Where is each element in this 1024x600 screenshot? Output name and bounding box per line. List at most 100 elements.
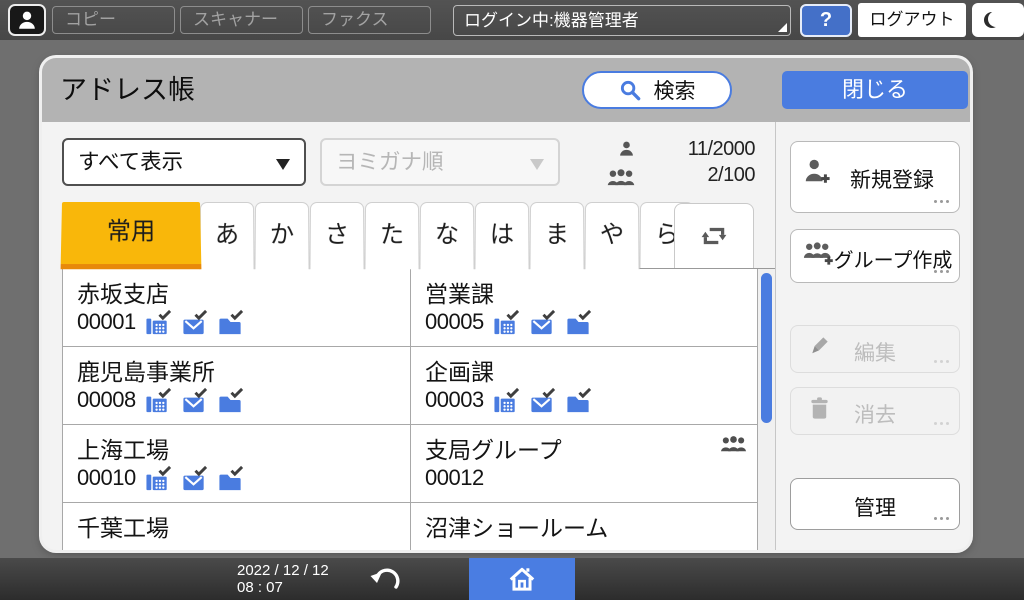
create-group-button[interactable]: グループ作成 bbox=[790, 229, 960, 283]
tab-scanner[interactable]: スキャナー bbox=[180, 6, 303, 34]
address-entry-list: 赤坂支店 00001 営業課 00005 鹿児島事業所 00008 企画課 00… bbox=[62, 268, 775, 550]
tab-frequent[interactable]: 常用 bbox=[60, 202, 202, 270]
new-entry-button[interactable]: 新規登録 bbox=[790, 141, 960, 213]
user-icon bbox=[19, 11, 35, 29]
group-count: 2/100 bbox=[707, 164, 755, 186]
top-bar: コピー スキャナー ファクス ログイン中:機器管理者 ? ログアウト bbox=[0, 0, 1024, 40]
entry-count: 11/2000 bbox=[687, 138, 756, 160]
address-list-area: すべて表示 ヨミガナ順 11/2000 2/100 常用 あ か さ た な は… bbox=[42, 122, 775, 550]
entry-name: 企画課 bbox=[425, 359, 494, 385]
back-button[interactable] bbox=[352, 558, 424, 600]
entry-cell[interactable]: 企画課 00003 bbox=[411, 347, 758, 425]
folder-icon bbox=[219, 465, 243, 491]
tab-fax[interactable]: ファクス bbox=[308, 6, 431, 34]
swap-icon bbox=[701, 227, 727, 245]
fax-icon bbox=[146, 465, 171, 491]
delete-button[interactable]: 消去 bbox=[790, 387, 960, 435]
tab-letter-na[interactable]: な bbox=[419, 202, 475, 270]
single-user-count-icon bbox=[618, 140, 635, 162]
tab-letter-ta[interactable]: た bbox=[364, 202, 420, 270]
more-options-icon bbox=[934, 422, 937, 425]
entry-name: 支局グループ bbox=[425, 437, 562, 463]
search-button[interactable]: 検索 bbox=[582, 71, 732, 109]
folder-icon bbox=[219, 387, 243, 413]
time-text: 08 : 07 bbox=[237, 579, 283, 596]
folder-icon bbox=[567, 387, 591, 413]
home-button[interactable] bbox=[469, 558, 575, 600]
entry-name: 千葉工場 bbox=[77, 515, 169, 541]
dialog-body: すべて表示 ヨミガナ順 11/2000 2/100 常用 あ か さ た な は… bbox=[42, 122, 970, 550]
more-options-icon bbox=[934, 270, 937, 273]
scrollbar-thumb[interactable] bbox=[761, 273, 772, 423]
tab-letter-a[interactable]: あ bbox=[199, 202, 255, 270]
tab-letter-sa[interactable]: さ bbox=[309, 202, 365, 270]
entry-name: 赤坂支店 bbox=[77, 281, 169, 307]
entry-cell[interactable]: 支局グループ 00012 bbox=[411, 425, 758, 503]
dropdown-corner-icon bbox=[778, 23, 787, 32]
tab-copy[interactable]: コピー bbox=[52, 6, 175, 34]
action-sidebar: 新規登録 グループ作成 編集 消去 管理 bbox=[775, 122, 970, 550]
entry-code: 00008 bbox=[77, 387, 136, 412]
entry-cell[interactable]: 千葉工場 bbox=[63, 503, 411, 550]
entry-code: 00012 bbox=[425, 465, 484, 490]
sleep-mode-button[interactable] bbox=[972, 3, 1024, 37]
close-button[interactable]: 閉じる bbox=[782, 71, 968, 109]
sort-order-value: ヨミガナ順 bbox=[336, 150, 444, 174]
entry-cell[interactable]: 鹿児島事業所 00008 bbox=[63, 347, 411, 425]
group-count-icon bbox=[606, 168, 636, 192]
search-icon bbox=[620, 80, 640, 100]
entry-cell[interactable]: 赤坂支店 00001 bbox=[63, 269, 411, 347]
more-options-icon bbox=[934, 517, 937, 520]
fax-icon bbox=[146, 309, 171, 335]
entry-code: 00010 bbox=[77, 465, 136, 490]
display-filter-dropdown[interactable]: すべて表示 bbox=[62, 138, 306, 186]
chevron-down-icon bbox=[530, 159, 544, 170]
clock: 2022 / 12 / 12 08 : 07 bbox=[237, 562, 329, 596]
toggle-list-view-button[interactable] bbox=[674, 203, 754, 268]
fax-icon bbox=[494, 309, 519, 335]
tab-letter-ya[interactable]: や bbox=[584, 202, 640, 270]
login-status-text: ログイン中:機器管理者 bbox=[464, 11, 639, 30]
tab-letter-ma[interactable]: ま bbox=[529, 202, 585, 270]
home-icon bbox=[509, 567, 535, 591]
entry-name: 営業課 bbox=[425, 281, 494, 307]
address-book-dialog: アドレス帳 検索 閉じる すべて表示 ヨミガナ順 11/2000 2/100 常… bbox=[42, 58, 970, 550]
manage-button[interactable]: 管理 bbox=[790, 478, 960, 530]
entry-cell[interactable]: 上海工場 00010 bbox=[63, 425, 411, 503]
folder-icon bbox=[219, 309, 243, 335]
login-status-dropdown[interactable]: ログイン中:機器管理者 bbox=[453, 5, 791, 36]
tab-letter-ka[interactable]: か bbox=[254, 202, 310, 270]
date-text: 2022 / 12 / 12 bbox=[237, 562, 329, 579]
new-entry-label: 新規登録 bbox=[850, 169, 934, 192]
tab-letter-ha[interactable]: は bbox=[474, 202, 530, 270]
entry-name: 上海工場 bbox=[77, 437, 169, 463]
logout-button[interactable]: ログアウト bbox=[858, 3, 966, 37]
page-title: アドレス帳 bbox=[60, 75, 195, 105]
entry-cell[interactable]: 沼津ショールーム bbox=[411, 503, 758, 550]
entry-name: 鹿児島事業所 bbox=[77, 359, 215, 385]
entry-cell[interactable]: 営業課 00005 bbox=[411, 269, 758, 347]
email-icon bbox=[531, 387, 555, 413]
more-options-icon bbox=[934, 360, 937, 363]
user-button[interactable] bbox=[8, 4, 46, 36]
edit-button[interactable]: 編集 bbox=[790, 325, 960, 373]
bottom-status-bar: 2022 / 12 / 12 08 : 07 bbox=[0, 558, 1024, 600]
search-label: 検索 bbox=[653, 80, 696, 103]
more-options-icon bbox=[934, 200, 937, 203]
entry-code: 00001 bbox=[77, 309, 136, 334]
sort-order-dropdown: ヨミガナ順 bbox=[320, 138, 560, 186]
fax-icon bbox=[494, 387, 519, 413]
moon-icon bbox=[988, 11, 1004, 27]
email-icon bbox=[183, 387, 207, 413]
chevron-down-icon bbox=[276, 159, 290, 170]
create-group-label: グループ作成 bbox=[833, 250, 953, 272]
scrollbar-track[interactable] bbox=[758, 269, 775, 550]
email-icon bbox=[183, 465, 207, 491]
email-icon bbox=[183, 309, 207, 335]
entry-code: 00005 bbox=[425, 309, 484, 334]
entry-code: 00003 bbox=[425, 387, 484, 412]
email-icon bbox=[531, 309, 555, 335]
back-icon bbox=[370, 568, 400, 589]
display-filter-value: すべて表示 bbox=[78, 150, 184, 174]
help-button[interactable]: ? bbox=[800, 4, 852, 37]
